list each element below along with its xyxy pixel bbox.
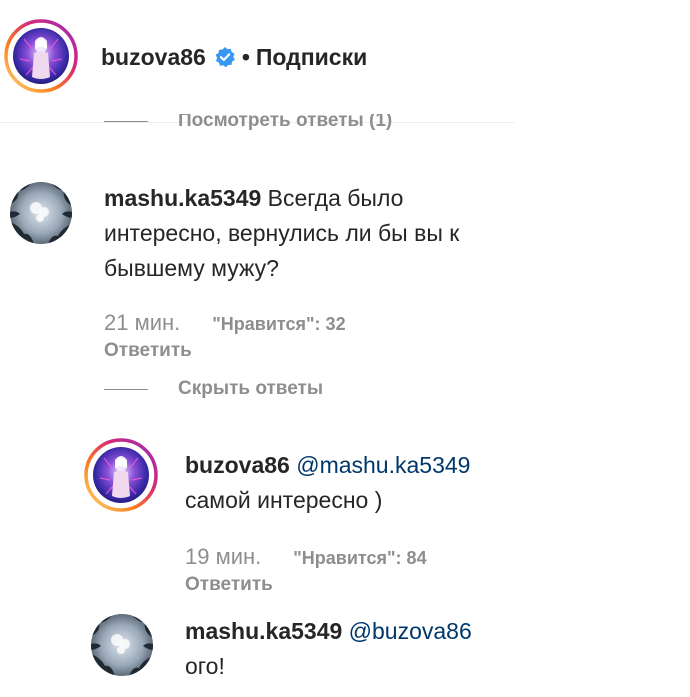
- comment-username[interactable]: mashu.ka5349: [104, 185, 261, 211]
- reply-avatar-buzova86[interactable]: [84, 438, 158, 512]
- reply-toggle-line: [104, 388, 148, 390]
- hide-replies-label: Скрыть ответы: [178, 378, 324, 399]
- comment-likes[interactable]: "Нравится": 32: [212, 314, 345, 335]
- reply-line-2: самой интересно ): [185, 487, 383, 513]
- comment-line-3: бывшему мужу?: [104, 255, 279, 281]
- instagram-comments-page: buzova86 • Подписки Посмотреть ответы (1…: [0, 0, 690, 697]
- hide-replies-toggle[interactable]: Скрыть ответы: [104, 378, 323, 400]
- reply-line-1: buzova86 @mashu.ka5349: [185, 448, 585, 483]
- post-header: buzova86 • Подписки: [0, 0, 515, 112]
- reply-button[interactable]: Ответить: [185, 574, 273, 596]
- commenter-avatar-mashu[interactable]: [10, 182, 72, 244]
- comment-line-2: интересно, вернулись ли бы вы к: [104, 220, 460, 246]
- reply-line-1: mashu.ka5349 @buzova86: [185, 614, 585, 649]
- reply-avatar-mashu[interactable]: [91, 614, 153, 676]
- profile-avatar-buzova86[interactable]: [4, 19, 78, 93]
- reply-time[interactable]: 19 мин.: [185, 544, 261, 570]
- reply-likes[interactable]: "Нравится": 84: [293, 548, 426, 569]
- reply-username[interactable]: buzova86: [185, 452, 290, 478]
- comment-meta: 21 мин. "Нравится": 32: [104, 310, 346, 336]
- verified-badge-icon: [214, 46, 236, 68]
- reply-line-2: ого!: [185, 653, 225, 679]
- reply-body: mashu.ka5349 @buzova86 ого!: [185, 614, 585, 684]
- reply-mention[interactable]: @buzova86: [349, 618, 472, 644]
- comment-time[interactable]: 21 мин.: [104, 310, 180, 336]
- reply-body: buzova86 @mashu.ka5349 самой интересно ): [185, 448, 585, 518]
- reply-meta: 19 мин. "Нравится": 84: [185, 544, 427, 570]
- header-title: buzova86 • Подписки: [101, 42, 367, 72]
- reply-toggle-line: [104, 120, 148, 122]
- reply-username[interactable]: mashu.ka5349: [185, 618, 342, 644]
- following-button[interactable]: Подписки: [256, 44, 367, 71]
- reply-mention[interactable]: @mashu.ka5349: [296, 452, 470, 478]
- header-separator: •: [241, 43, 250, 70]
- comment-line-1: mashu.ka5349 Всегда было: [104, 181, 524, 216]
- comment-body: mashu.ka5349 Всегда было интересно, верн…: [104, 181, 524, 286]
- view-replies-label: Посмотреть ответы (1): [178, 114, 393, 131]
- header-username[interactable]: buzova86: [101, 44, 206, 71]
- comment-text-part1: Всегда было: [261, 185, 404, 211]
- view-replies-toggle[interactable]: Посмотреть ответы (1): [104, 114, 392, 132]
- reply-button[interactable]: Ответить: [104, 340, 192, 362]
- view-replies-clip: Посмотреть ответы (1): [104, 114, 524, 135]
